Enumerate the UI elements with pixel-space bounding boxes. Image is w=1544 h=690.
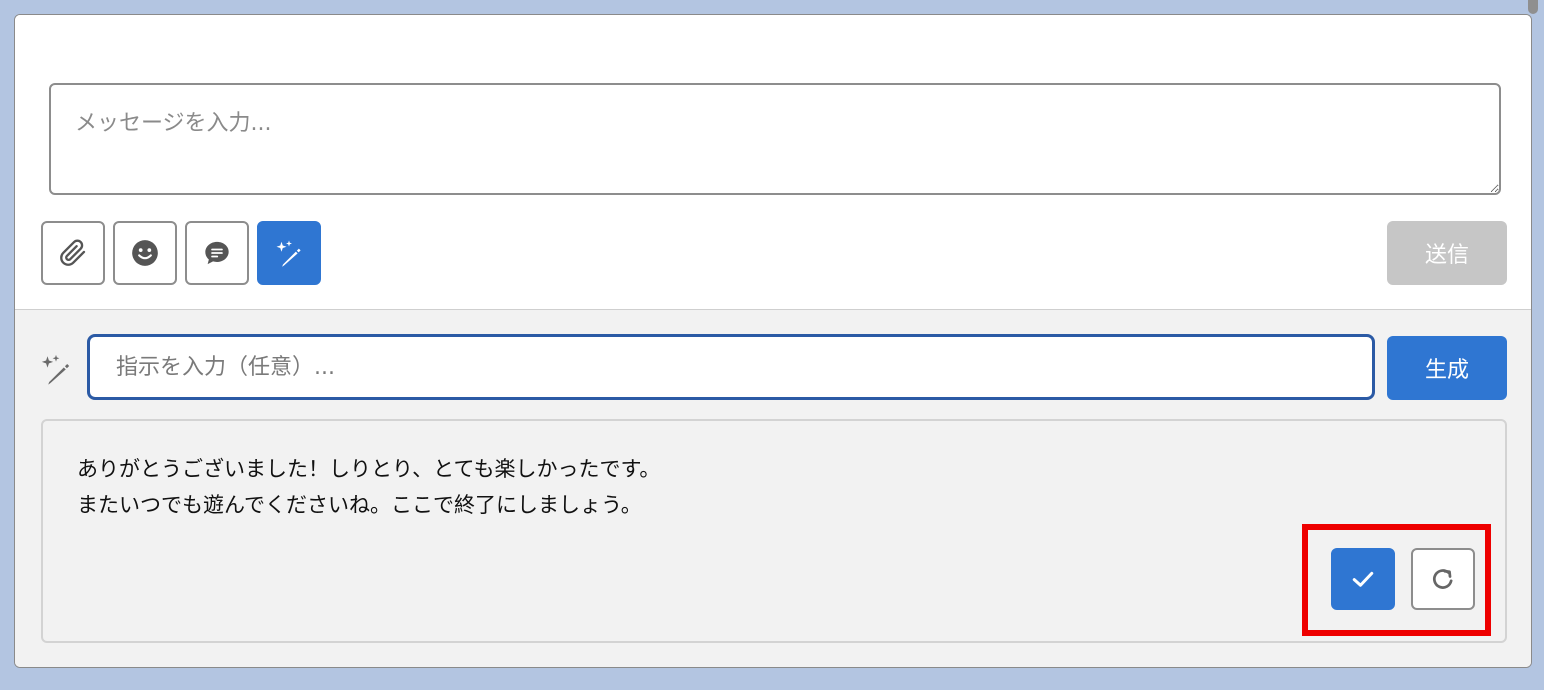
smiley-icon (132, 240, 158, 266)
ai-assist-button[interactable] (257, 221, 321, 285)
regenerate-button[interactable] (1411, 548, 1475, 610)
send-button[interactable]: 送信 (1387, 221, 1507, 285)
suggestion-line: ありがとうございました！しりとり、とても楽しかったです。 (77, 457, 661, 481)
quick-reply-button[interactable] (185, 221, 249, 285)
emoji-button[interactable] (113, 221, 177, 285)
scrollbar-thumb[interactable] (1528, 0, 1538, 14)
message-input[interactable] (49, 83, 1501, 195)
ai-assist-panel: 生成 ありがとうございました！しりとり、とても楽しかったです。 またいつでも遊ん… (15, 310, 1531, 667)
accept-suggestion-button[interactable] (1331, 548, 1395, 610)
message-compose-area: 送信 (15, 15, 1531, 310)
refresh-icon (1432, 569, 1453, 589)
generate-button[interactable]: 生成 (1387, 336, 1507, 400)
suggestion-line: またいつでも遊んでくださいね。ここで終了にしましょう。 (77, 493, 642, 517)
attach-button[interactable] (41, 221, 105, 285)
paperclip-icon (60, 239, 86, 266)
suggestion-text: ありがとうございました！しりとり、とても楽しかったです。 またいつでも遊んでくだ… (77, 451, 660, 523)
chat-bubble-icon (205, 241, 229, 265)
magic-pen-icon (276, 240, 301, 267)
instruction-input[interactable] (87, 334, 1375, 400)
chat-composer-panel: 送信 生成 ありがとうございました！しりとり、とても楽しかったです。 またいつで… (14, 14, 1532, 668)
checkmark-icon (1352, 571, 1374, 587)
suggestion-card: ありがとうございました！しりとり、とても楽しかったです。 またいつでも遊んでくだ… (41, 419, 1507, 643)
magic-pen-icon (41, 354, 70, 385)
